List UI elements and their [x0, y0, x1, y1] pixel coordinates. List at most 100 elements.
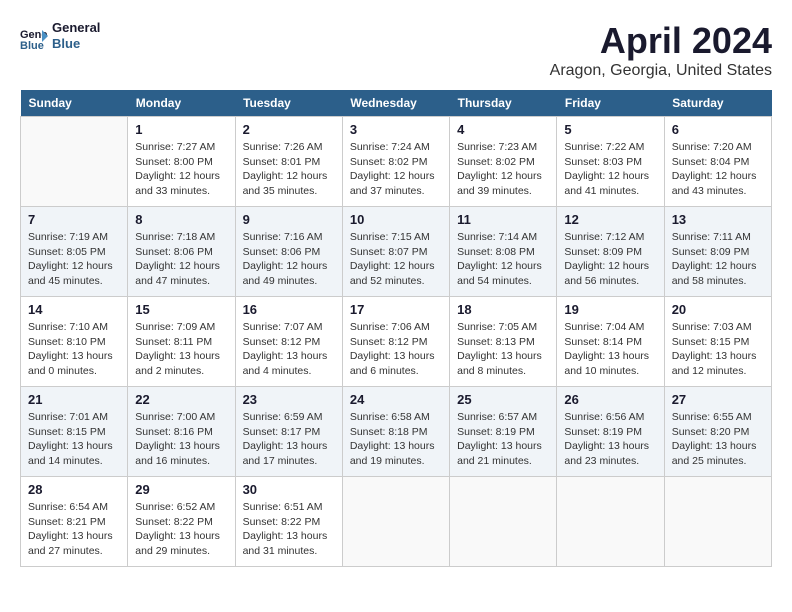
day-info: Sunrise: 7:01 AM Sunset: 8:15 PM Dayligh… [28, 410, 120, 469]
day-number: 5 [564, 122, 656, 137]
calendar-cell: 23 Sunrise: 6:59 AM Sunset: 8:17 PM Dayli… [235, 387, 342, 477]
calendar-cell: 16Sunrise: 7:07 AM Sunset: 8:12 PM Dayli… [235, 297, 342, 387]
day-number: 23 [243, 392, 335, 407]
day-info: Sunrise: 6:51 AM Sunset: 8:22 PM Dayligh… [243, 500, 335, 559]
day-number: 15 [135, 302, 227, 317]
day-info: Sunrise: 7:23 AM Sunset: 8:02 PM Dayligh… [457, 140, 549, 199]
calendar-cell: 1 Sunrise: 7:27 AM Sunset: 8:00 PM Daylig… [128, 117, 235, 207]
calendar-cell: 18Sunrise: 7:05 AM Sunset: 8:13 PM Dayli… [450, 297, 557, 387]
day-number: 7 [28, 212, 120, 227]
col-header-wednesday: Wednesday [342, 90, 449, 117]
week-row-5: 28 Sunrise: 6:54 AM Sunset: 8:21 PM Dayli… [21, 477, 772, 567]
calendar-cell: 7 Sunrise: 7:19 AM Sunset: 8:05 PM Daylig… [21, 207, 128, 297]
day-number: 13 [672, 212, 764, 227]
day-number: 1 [135, 122, 227, 137]
calendar-cell: 11 Sunrise: 7:14 AM Sunset: 8:08 PM Dayli… [450, 207, 557, 297]
day-info: Sunrise: 7:14 AM Sunset: 8:08 PM Dayligh… [457, 230, 549, 289]
week-row-4: 21 Sunrise: 7:01 AM Sunset: 8:15 PM Dayli… [21, 387, 772, 477]
day-number: 20 [672, 302, 764, 317]
day-number: 29 [135, 482, 227, 497]
day-number: 24 [350, 392, 442, 407]
calendar-cell: 12Sunrise: 7:12 AM Sunset: 8:09 PM Dayli… [557, 207, 664, 297]
col-header-tuesday: Tuesday [235, 90, 342, 117]
day-number: 10 [350, 212, 442, 227]
week-row-3: 14 Sunrise: 7:10 AM Sunset: 8:10 PM Dayli… [21, 297, 772, 387]
calendar-cell: 15 Sunrise: 7:09 AM Sunset: 8:11 PM Dayli… [128, 297, 235, 387]
day-info: Sunrise: 6:55 AM Sunset: 8:20 PM Dayligh… [672, 410, 764, 469]
logo-blue: Blue [52, 36, 100, 52]
day-info: Sunrise: 7:10 AM Sunset: 8:10 PM Dayligh… [28, 320, 120, 379]
calendar-cell: 30 Sunrise: 6:51 AM Sunset: 8:22 PM Dayli… [235, 477, 342, 567]
day-info: Sunrise: 7:00 AM Sunset: 8:16 PM Dayligh… [135, 410, 227, 469]
day-info: Sunrise: 7:09 AM Sunset: 8:11 PM Dayligh… [135, 320, 227, 379]
day-number: 8 [135, 212, 227, 227]
day-number: 4 [457, 122, 549, 137]
day-info: Sunrise: 6:52 AM Sunset: 8:22 PM Dayligh… [135, 500, 227, 559]
title-section: April 2024 Aragon, Georgia, United State… [550, 20, 772, 80]
calendar-cell: 14 Sunrise: 7:10 AM Sunset: 8:10 PM Dayli… [21, 297, 128, 387]
day-info: Sunrise: 7:27 AM Sunset: 8:00 PM Dayligh… [135, 140, 227, 199]
calendar-cell: 22 Sunrise: 7:00 AM Sunset: 8:16 PM Dayli… [128, 387, 235, 477]
calendar-cell: 3 Sunrise: 7:24 AM Sunset: 8:02 PM Daylig… [342, 117, 449, 207]
calendar-cell: 2 Sunrise: 7:26 AM Sunset: 8:01 PM Daylig… [235, 117, 342, 207]
day-number: 27 [672, 392, 764, 407]
day-info: Sunrise: 7:26 AM Sunset: 8:01 PM Dayligh… [243, 140, 335, 199]
calendar-cell: 29 Sunrise: 6:52 AM Sunset: 8:22 PM Dayli… [128, 477, 235, 567]
main-title: April 2024 [550, 20, 772, 62]
day-number: 22 [135, 392, 227, 407]
calendar-cell: 4 Sunrise: 7:23 AM Sunset: 8:02 PM Daylig… [450, 117, 557, 207]
day-info: Sunrise: 7:20 AM Sunset: 8:04 PM Dayligh… [672, 140, 764, 199]
calendar-cell: 17 Sunrise: 7:06 AM Sunset: 8:12 PM Dayli… [342, 297, 449, 387]
day-number: 30 [243, 482, 335, 497]
calendar-cell: 26Sunrise: 6:56 AM Sunset: 8:19 PM Dayli… [557, 387, 664, 477]
svg-text:Blue: Blue [20, 40, 44, 50]
calendar-cell: 24 Sunrise: 6:58 AM Sunset: 8:18 PM Dayli… [342, 387, 449, 477]
day-number: 14 [28, 302, 120, 317]
week-row-2: 7 Sunrise: 7:19 AM Sunset: 8:05 PM Daylig… [21, 207, 772, 297]
day-info: Sunrise: 7:18 AM Sunset: 8:06 PM Dayligh… [135, 230, 227, 289]
col-header-thursday: Thursday [450, 90, 557, 117]
calendar-cell: 28 Sunrise: 6:54 AM Sunset: 8:21 PM Dayli… [21, 477, 128, 567]
day-number: 28 [28, 482, 120, 497]
col-header-saturday: Saturday [664, 90, 771, 117]
day-number: 21 [28, 392, 120, 407]
day-number: 11 [457, 212, 549, 227]
calendar-cell [664, 477, 771, 567]
day-info: Sunrise: 7:06 AM Sunset: 8:12 PM Dayligh… [350, 320, 442, 379]
day-info: Sunrise: 7:05 AM Sunset: 8:13 PM Dayligh… [457, 320, 549, 379]
day-number: 17 [350, 302, 442, 317]
col-header-sunday: Sunday [21, 90, 128, 117]
day-number: 12 [564, 212, 656, 227]
calendar-cell: 13Sunrise: 7:11 AM Sunset: 8:09 PM Dayli… [664, 207, 771, 297]
day-info: Sunrise: 6:59 AM Sunset: 8:17 PM Dayligh… [243, 410, 335, 469]
header: General Blue General Blue April 2024 Ara… [20, 20, 772, 80]
calendar-cell: 9 Sunrise: 7:16 AM Sunset: 8:06 PM Daylig… [235, 207, 342, 297]
day-info: Sunrise: 7:19 AM Sunset: 8:05 PM Dayligh… [28, 230, 120, 289]
day-info: Sunrise: 7:16 AM Sunset: 8:06 PM Dayligh… [243, 230, 335, 289]
col-header-friday: Friday [557, 90, 664, 117]
day-number: 19 [564, 302, 656, 317]
day-number: 9 [243, 212, 335, 227]
day-info: Sunrise: 7:03 AM Sunset: 8:15 PM Dayligh… [672, 320, 764, 379]
day-info: Sunrise: 6:56 AM Sunset: 8:19 PM Dayligh… [564, 410, 656, 469]
calendar-cell [342, 477, 449, 567]
calendar-cell: 6 Sunrise: 7:20 AM Sunset: 8:04 PM Daylig… [664, 117, 771, 207]
day-info: Sunrise: 6:58 AM Sunset: 8:18 PM Dayligh… [350, 410, 442, 469]
calendar-cell: 19Sunrise: 7:04 AM Sunset: 8:14 PM Dayli… [557, 297, 664, 387]
day-number: 2 [243, 122, 335, 137]
day-info: Sunrise: 7:07 AM Sunset: 8:12 PM Dayligh… [243, 320, 335, 379]
calendar-cell: 27 Sunrise: 6:55 AM Sunset: 8:20 PM Dayli… [664, 387, 771, 477]
logo-icon: General Blue [20, 22, 48, 50]
calendar-cell [450, 477, 557, 567]
calendar-header: SundayMondayTuesdayWednesdayThursdayFrid… [21, 90, 772, 117]
day-info: Sunrise: 6:54 AM Sunset: 8:21 PM Dayligh… [28, 500, 120, 559]
col-header-monday: Monday [128, 90, 235, 117]
day-number: 25 [457, 392, 549, 407]
day-number: 6 [672, 122, 764, 137]
day-info: Sunrise: 7:15 AM Sunset: 8:07 PM Dayligh… [350, 230, 442, 289]
day-info: Sunrise: 7:24 AM Sunset: 8:02 PM Dayligh… [350, 140, 442, 199]
day-info: Sunrise: 7:22 AM Sunset: 8:03 PM Dayligh… [564, 140, 656, 199]
calendar-cell: 25Sunrise: 6:57 AM Sunset: 8:19 PM Dayli… [450, 387, 557, 477]
week-row-1: 1 Sunrise: 7:27 AM Sunset: 8:00 PM Daylig… [21, 117, 772, 207]
day-number: 3 [350, 122, 442, 137]
